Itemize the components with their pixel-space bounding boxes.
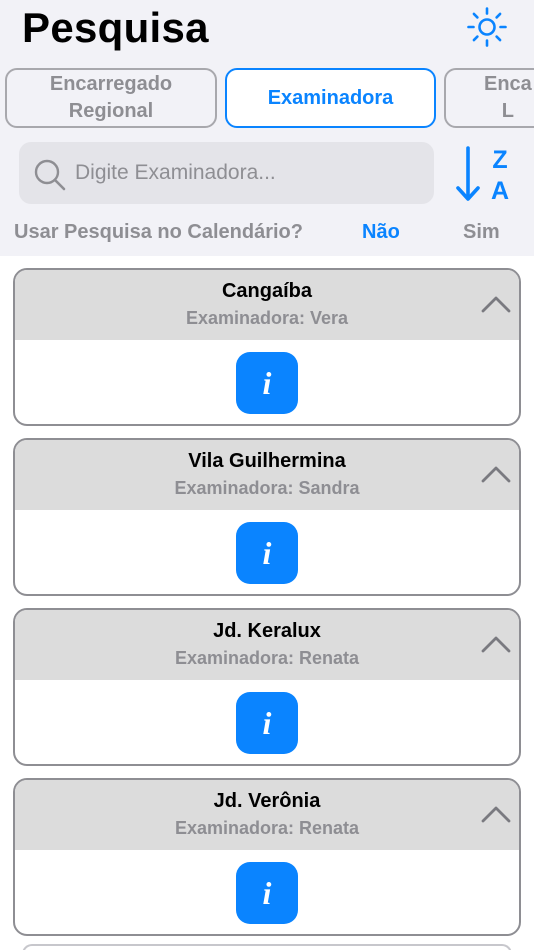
card-title: Vila Guilhermina xyxy=(188,450,346,472)
card-title: Jd. Verônia xyxy=(213,790,321,812)
result-card: Jd. Verônia Examinadora: Renata i xyxy=(13,778,521,936)
tab-encarregado-local[interactable]: Enca L xyxy=(444,68,534,128)
search-icon xyxy=(34,159,66,191)
tab-examinadora[interactable]: Examinadora xyxy=(225,68,436,128)
svg-text:A: A xyxy=(491,177,509,205)
tab-encarregado-regional[interactable]: Encarregado Regional xyxy=(5,68,217,128)
calendar-option-yes[interactable]: Sim xyxy=(463,221,500,244)
card-header[interactable]: Jd. Keralux Examinadora: Renata xyxy=(15,610,519,680)
card-header[interactable]: Cangaíba Examinadora: Vera xyxy=(15,270,519,340)
search-row: Z A xyxy=(0,140,534,206)
calendar-question-label: Usar Pesquisa no Calendário? xyxy=(14,221,303,243)
svg-text:Z: Z xyxy=(492,146,507,174)
theme-toggle-button[interactable] xyxy=(466,6,508,48)
header: Pesquisa Encarregado Regional Examinador… xyxy=(0,0,534,256)
result-card: Cangaíba Examinadora: Vera i xyxy=(13,268,521,426)
calendar-option-no[interactable]: Não xyxy=(362,221,400,244)
info-button[interactable]: i xyxy=(236,522,298,584)
info-button[interactable]: i xyxy=(236,862,298,924)
results-list: Cangaíba Examinadora: Vera i Vila Guilhe… xyxy=(0,256,534,950)
result-card: Vila Guilhermina Examinadora: Sandra i xyxy=(13,438,521,596)
card-subtitle: Examinadora: Renata xyxy=(174,648,360,668)
sun-icon xyxy=(467,7,507,47)
chevron-up-icon[interactable] xyxy=(481,634,511,654)
calendar-option-row: Usar Pesquisa no Calendário? Não Sim xyxy=(0,214,534,254)
card-header[interactable]: Vila Guilhermina Examinadora: Sandra xyxy=(15,440,519,510)
chevron-up-icon[interactable] xyxy=(481,804,511,824)
search-field xyxy=(19,142,434,204)
info-button[interactable]: i xyxy=(236,692,298,754)
card-title: Jd. Keralux xyxy=(213,620,321,642)
category-tabs: Encarregado Regional Examinadora Enca L xyxy=(0,66,534,130)
card-title: Cangaíba xyxy=(221,280,313,302)
sort-z-a-icon: Z A xyxy=(456,146,509,205)
card-subtitle: Examinadora: Sandra xyxy=(174,478,360,498)
next-card-edge xyxy=(22,944,512,950)
result-card: Jd. Keralux Examinadora: Renata i xyxy=(13,608,521,766)
page-title: Pesquisa xyxy=(22,4,209,51)
sort-button[interactable]: Z A xyxy=(452,144,518,206)
card-subtitle: Examinadora: Renata xyxy=(174,818,360,838)
card-header[interactable]: Jd. Verônia Examinadora: Renata xyxy=(15,780,519,850)
search-input[interactable] xyxy=(75,152,415,194)
info-button[interactable]: i xyxy=(236,352,298,414)
card-subtitle: Examinadora: Vera xyxy=(185,308,349,328)
chevron-up-icon[interactable] xyxy=(481,294,511,314)
chevron-up-icon[interactable] xyxy=(481,464,511,484)
